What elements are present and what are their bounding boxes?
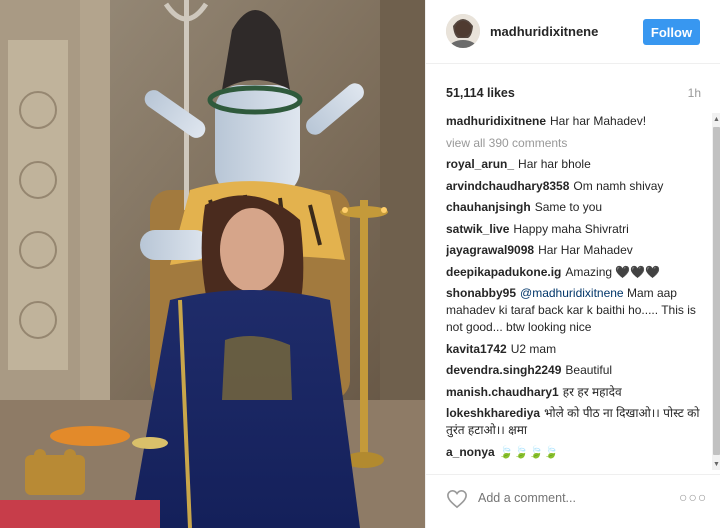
view-all-comments-link[interactable]: view all 390 comments	[446, 135, 708, 152]
likes-count[interactable]: 51,114 likes	[446, 86, 515, 100]
comment-text: Har har Mahadev!	[550, 114, 647, 128]
scroll-down-arrow-icon[interactable]: ▼	[712, 458, 720, 470]
comments-list: madhuridixitnene Har har Mahadev! view al…	[446, 113, 708, 470]
heart-icon[interactable]	[446, 489, 468, 509]
comment: kavita1742 U2 mam	[446, 341, 708, 358]
comment: manish.chaudhary1 हर हर महादेव	[446, 384, 708, 401]
comment-author[interactable]: lokeshkharediya	[446, 406, 540, 420]
comment: a_nonya 🍃🍃🍃🍃	[446, 444, 708, 461]
comment-mention[interactable]: @madhuridixitnene	[520, 286, 624, 300]
comment-text: Har Har Mahadev	[538, 243, 633, 257]
comment: deepikapadukone.ig Amazing 🖤🖤🖤	[446, 264, 708, 281]
comment-author[interactable]: deepikapadukone.ig	[446, 265, 561, 279]
comment: arvindchaudhary8358 Om namh shivay	[446, 178, 708, 195]
scroll-up-arrow-icon[interactable]: ▲	[712, 113, 720, 125]
comment-author[interactable]: kavita1742	[446, 342, 507, 356]
comment-author[interactable]: chauhanjsingh	[446, 200, 531, 214]
comment-author[interactable]: manish.chaudhary1	[446, 385, 559, 399]
comment-text: Beautiful	[565, 363, 613, 377]
comment-text: Har har bhole	[518, 157, 591, 171]
comment: devendra.singh2249 Beautiful	[446, 362, 708, 379]
add-comment-input[interactable]	[478, 491, 648, 505]
comments-scrollbar[interactable]: ▲ ▼	[712, 113, 720, 470]
post-photo[interactable]	[0, 0, 425, 528]
post-header: madhuridixitnene Follow	[426, 0, 720, 64]
instagram-post: madhuridixitnene Follow 51,114 likes 1h …	[0, 0, 720, 528]
avatar[interactable]	[446, 14, 480, 48]
comment-author[interactable]: royal_arun_	[446, 157, 514, 171]
post-sidebar: madhuridixitnene Follow 51,114 likes 1h …	[425, 0, 720, 528]
comment-author[interactable]: arvindchaudhary8358	[446, 179, 569, 193]
scrollbar-thumb[interactable]	[713, 127, 720, 455]
timestamp[interactable]: 1h	[688, 86, 701, 100]
comment: chauhanjsingh Same to you	[446, 199, 708, 216]
comment-text: Amazing 🖤🖤🖤	[565, 264, 661, 279]
comment-author[interactable]: shonabby95	[446, 286, 516, 300]
comment-author[interactable]: a_nonya	[446, 445, 495, 459]
comment: jayagrawal9098 Har Har Mahadev	[446, 242, 708, 259]
more-options-icon[interactable]: ○○○	[679, 489, 707, 505]
comment: satwik_live Happy maha Shivratri	[446, 221, 708, 238]
caption: madhuridixitnene Har har Mahadev!	[446, 113, 708, 130]
comment-author[interactable]: devendra.singh2249	[446, 363, 561, 377]
comment-text: Happy maha Shivratri	[513, 221, 629, 236]
comment-text: हर हर महादेव	[562, 384, 622, 399]
comment: lokeshkharediya भोले को पीठ ना दिखाओ।। पो…	[446, 405, 708, 439]
comment-text: U2 mam	[510, 341, 557, 356]
photo-illustration	[0, 0, 425, 528]
comment-text: Om namh shivay	[573, 178, 664, 193]
comment: shonabby95 @madhuridixitnene Mam aap maha…	[446, 285, 708, 336]
username[interactable]: madhuridixitnene	[490, 24, 598, 39]
comment-footer: ○○○	[426, 474, 720, 528]
comment-author[interactable]: jayagrawal9098	[446, 243, 534, 257]
comment-text: 🍃🍃🍃🍃	[498, 444, 559, 459]
avatar-image	[446, 14, 480, 48]
comment-author[interactable]: satwik_live	[446, 222, 509, 236]
comment-text: Same to you	[534, 200, 603, 214]
comment: royal_arun_ Har har bhole	[446, 156, 708, 173]
likes-row: 51,114 likes 1h	[446, 86, 701, 104]
follow-button[interactable]: Follow	[643, 19, 700, 45]
comment-author[interactable]: madhuridixitnene	[446, 114, 546, 128]
